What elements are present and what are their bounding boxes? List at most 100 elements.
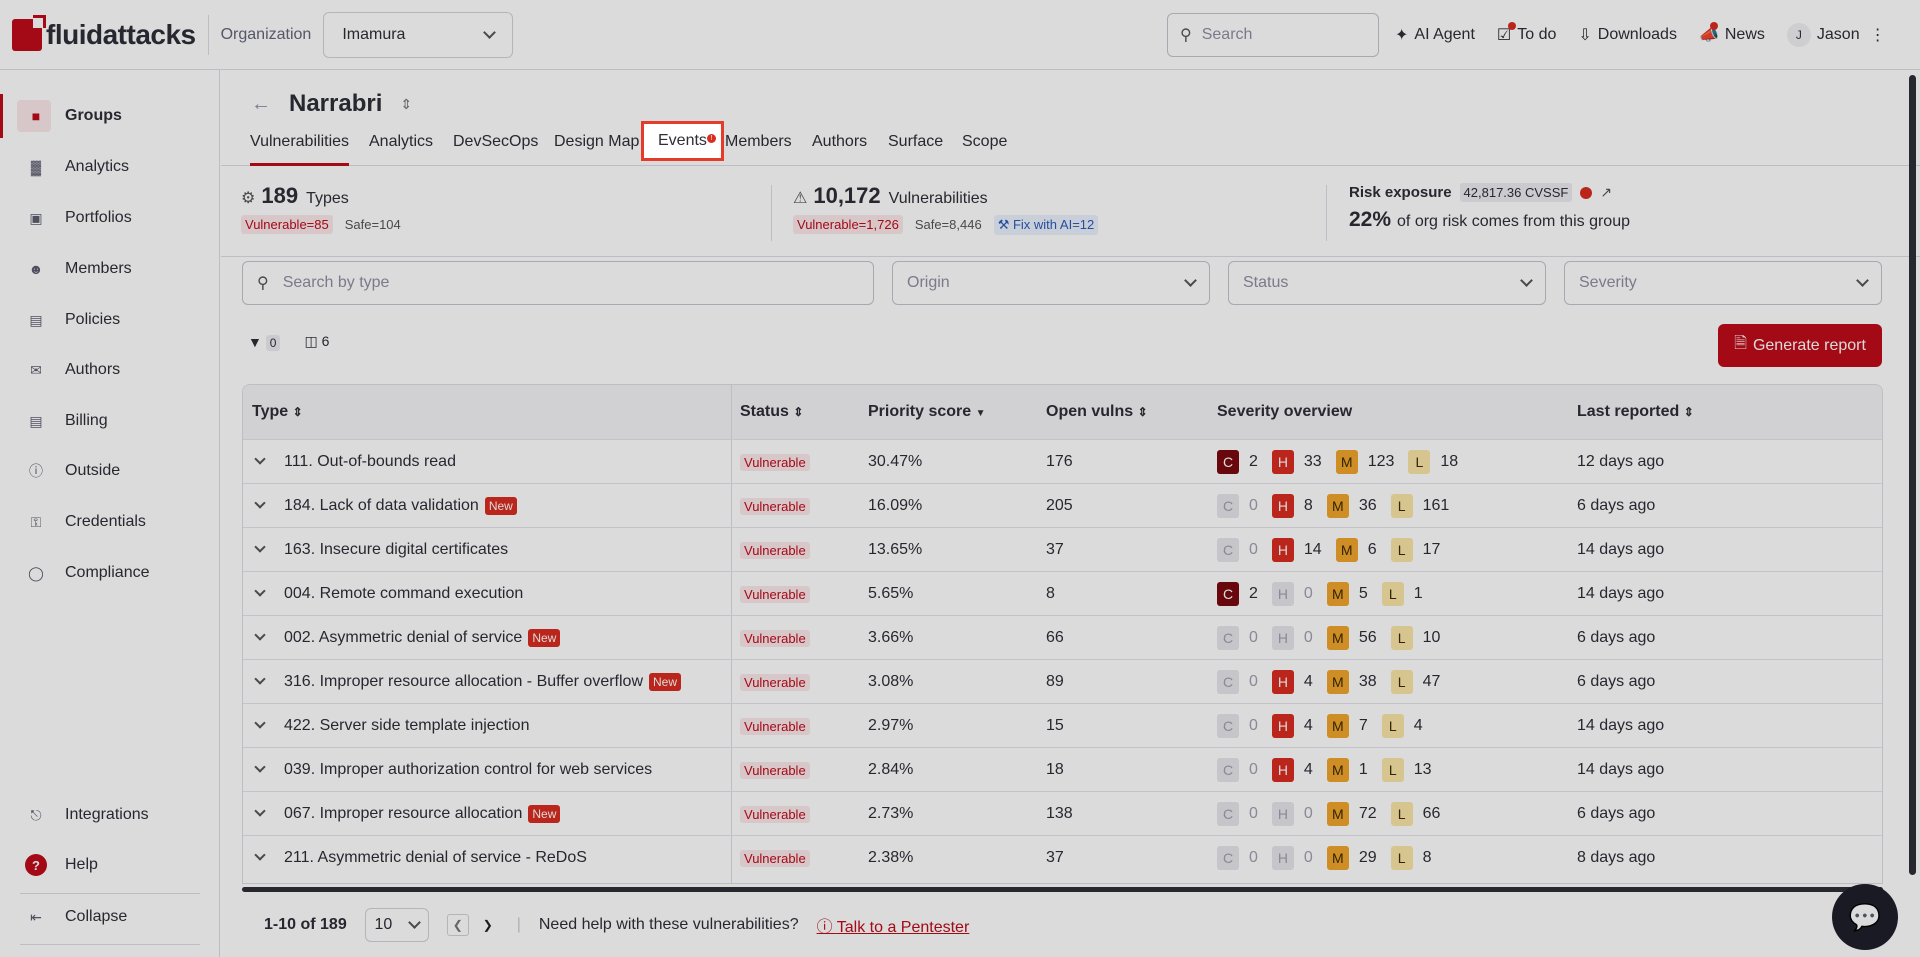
table-row[interactable]: 163. Insecure digital certificates Vulner… bbox=[243, 527, 1882, 571]
talk-to-pentester-link[interactable]: ⓘ Talk to a Pentester bbox=[817, 913, 970, 937]
downloads-label: Downloads bbox=[1597, 26, 1677, 43]
page-size-select[interactable]: 10 bbox=[364, 908, 429, 942]
sidebar-item-billing[interactable]: ▤ Billing bbox=[0, 399, 220, 443]
severity-c: C2 bbox=[1217, 450, 1258, 474]
global-search-input[interactable]: ⚲ Search bbox=[1167, 13, 1379, 57]
table-row[interactable]: 039. Improper authorization control for … bbox=[243, 747, 1882, 791]
table-row[interactable]: 316. Improper resource allocation - Buff… bbox=[243, 659, 1882, 703]
risk-text: of org risk comes from this group bbox=[1397, 213, 1630, 230]
severity-letter-badge: M bbox=[1326, 494, 1349, 518]
next-page-button[interactable]: ❯ bbox=[477, 914, 499, 936]
status-select[interactable]: Status bbox=[1228, 261, 1546, 305]
sort-icon: ⇕ bbox=[793, 405, 804, 419]
generate-report-button[interactable]: 🗎 Generate report bbox=[1718, 324, 1882, 367]
sidebar-item-groups[interactable]: ■ Groups bbox=[0, 94, 220, 138]
type-cell: 422. Server side template injection bbox=[284, 717, 529, 735]
vertical-scrollbar[interactable] bbox=[1909, 75, 1916, 875]
column-header-open-vulns[interactable]: Open vulns ⇕ bbox=[1046, 403, 1148, 421]
filter-button[interactable]: ▼ 0 bbox=[248, 334, 281, 351]
severity-l: L4 bbox=[1381, 714, 1423, 738]
tab-design-map[interactable]: Design Map bbox=[554, 125, 639, 166]
back-arrow-icon[interactable]: ← bbox=[251, 93, 271, 116]
sidebar-item-integrations[interactable]: ⎋ Integrations bbox=[0, 793, 220, 837]
previous-page-button[interactable]: ❮ bbox=[446, 914, 469, 936]
status-badge: Vulnerable bbox=[740, 586, 810, 603]
todo-button[interactable]: ☑ To do bbox=[1497, 22, 1556, 45]
expand-chevron-icon[interactable] bbox=[254, 453, 266, 465]
sidebar-item-authors[interactable]: ✉ Authors bbox=[0, 348, 220, 392]
status-cell: Vulnerable bbox=[740, 498, 810, 516]
expand-chevron-icon[interactable] bbox=[254, 541, 266, 553]
downloads-button[interactable]: ⇩ Downloads bbox=[1578, 25, 1677, 45]
table-row[interactable]: 184. Lack of data validation New Vulnerabl… bbox=[243, 483, 1882, 527]
type-name: 422. Server side template injection bbox=[284, 717, 530, 734]
sidebar-item-members[interactable]: ☻ Members bbox=[0, 247, 220, 291]
expand-chevron-icon[interactable] bbox=[254, 717, 266, 729]
sidebar-item-compliance[interactable]: ◯ Compliance bbox=[0, 551, 220, 595]
chat-button[interactable]: 💬 bbox=[1832, 884, 1898, 950]
sort-toggle-icon[interactable]: ⇕ bbox=[400, 96, 412, 113]
open-vulns: 37 bbox=[1046, 541, 1064, 558]
severity-c: C0 bbox=[1217, 670, 1258, 694]
tab-devsecops[interactable]: DevSecOps bbox=[453, 125, 538, 166]
table-row[interactable]: 211. Asymmetric denial of service - ReDo… bbox=[243, 835, 1882, 879]
sidebar-item-portfolios[interactable]: ▣ Portfolios bbox=[0, 196, 220, 240]
expand-chevron-icon[interactable] bbox=[254, 761, 266, 773]
status-badge: Vulnerable bbox=[740, 718, 810, 735]
search-by-type-input[interactable]: ⚲ Search by type bbox=[242, 261, 874, 305]
vulns-label: Vulnerabilities bbox=[888, 190, 988, 207]
fix-with-ai-badge[interactable]: ⚒ Fix with AI=12 bbox=[993, 215, 1099, 235]
sidebar-item-outside[interactable]: ⓘ Outside bbox=[0, 449, 220, 493]
table-row[interactable]: 422. Server side template injection Vulne… bbox=[243, 703, 1882, 747]
column-header-last-reported[interactable]: Last reported ⇕ bbox=[1577, 403, 1694, 421]
type-name: 163. Insecure digital certificates bbox=[284, 541, 509, 558]
sidebar-item-help[interactable]: ? Help bbox=[0, 843, 220, 887]
sidebar-item-policies[interactable]: ▤ Policies bbox=[0, 298, 220, 342]
alert-icon[interactable] bbox=[1580, 186, 1593, 199]
column-header-priority[interactable]: Priority score ▼ bbox=[868, 403, 986, 421]
org-select[interactable]: Imamura bbox=[323, 11, 514, 58]
tab-scope[interactable]: Scope bbox=[962, 125, 1007, 166]
column-header-type[interactable]: Type ⇕ bbox=[252, 403, 303, 421]
expand-chevron-icon[interactable] bbox=[254, 673, 266, 685]
sidebar-item-label: Members bbox=[65, 260, 132, 277]
sidebar-item-credentials[interactable]: ⚿ Credentials bbox=[0, 500, 220, 544]
ai-agent-button[interactable]: ✦ AI Agent bbox=[1395, 25, 1475, 45]
news-button[interactable]: 📣 News bbox=[1699, 22, 1765, 45]
expand-chevron-icon[interactable] bbox=[254, 585, 266, 597]
expand-chevron-icon[interactable] bbox=[254, 629, 266, 641]
expand-chevron-icon[interactable] bbox=[254, 497, 266, 509]
expand-chevron-icon[interactable] bbox=[254, 805, 266, 817]
table-row[interactable]: 111. Out-of-bounds read Vulnerable 30.47% 1… bbox=[243, 439, 1882, 483]
external-link-icon[interactable]: ↗ bbox=[1600, 184, 1612, 201]
severity-count: 0 bbox=[1249, 761, 1258, 778]
tab-analytics[interactable]: Analytics bbox=[369, 125, 433, 166]
tab-members[interactable]: Members bbox=[725, 125, 792, 166]
table-row[interactable]: 004. Remote command execution Vulnerable 5… bbox=[243, 571, 1882, 615]
risk-label: Risk exposure bbox=[1349, 184, 1452, 201]
header-label: Last reported bbox=[1577, 403, 1680, 420]
tab-surface[interactable]: Surface bbox=[888, 125, 943, 166]
column-header-status[interactable]: Status ⇕ bbox=[740, 403, 803, 421]
table-row[interactable]: 002. Asymmetric denial of service New Vuln… bbox=[243, 615, 1882, 659]
sidebar-collapse-button[interactable]: ⇤ Collapse bbox=[0, 895, 220, 939]
severity-letter-badge: H bbox=[1271, 494, 1294, 518]
columns-button[interactable]: ◫ 6 bbox=[304, 333, 329, 350]
tab-events[interactable]: Events ! bbox=[641, 121, 724, 161]
type-name: 039. Improper authorization control for … bbox=[284, 761, 653, 778]
user-menu[interactable]: J Jason ⋮ bbox=[1786, 23, 1886, 47]
expand-chevron-icon[interactable] bbox=[254, 849, 266, 861]
columns-count: 6 bbox=[321, 333, 330, 349]
ai-agent-label: AI Agent bbox=[1414, 26, 1475, 43]
table-row[interactable]: 067. Improper resource allocation New Vuln… bbox=[243, 791, 1882, 835]
org-value: Imamura bbox=[342, 25, 406, 43]
tab-authors[interactable]: Authors bbox=[812, 125, 867, 166]
logo[interactable]: fluidattacks bbox=[12, 14, 196, 55]
horizontal-scrollbar[interactable] bbox=[242, 887, 1883, 892]
origin-select[interactable]: Origin bbox=[892, 261, 1210, 305]
last-reported: 6 days ago bbox=[1577, 497, 1656, 514]
severity-letter-badge: M bbox=[1335, 450, 1358, 474]
tab-vulnerabilities[interactable]: Vulnerabilities bbox=[250, 125, 350, 166]
sidebar-item-analytics[interactable]: ▓ Analytics bbox=[0, 145, 220, 189]
severity-select[interactable]: Severity bbox=[1564, 261, 1882, 305]
